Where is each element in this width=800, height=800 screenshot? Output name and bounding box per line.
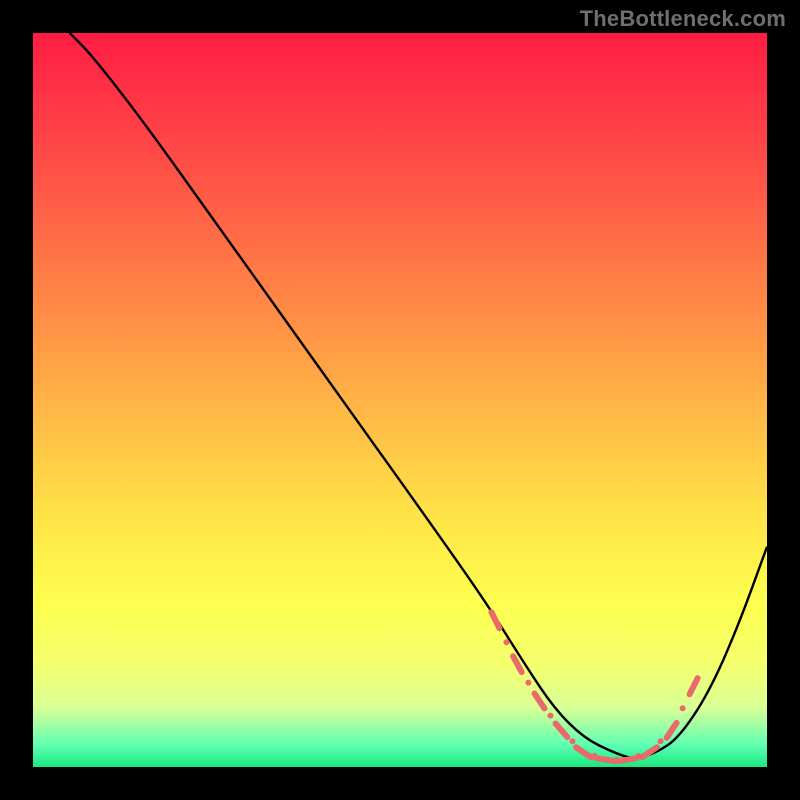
dotted-segment: [667, 723, 677, 738]
dotted-dot: [548, 713, 554, 719]
dotted-dot: [570, 738, 576, 744]
curve-layer: [33, 33, 767, 767]
dotted-dot: [525, 680, 531, 686]
dotted-segment: [690, 678, 698, 694]
chart-canvas: TheBottleneck.com: [0, 0, 800, 800]
curve-dotted-band: [491, 612, 697, 763]
plot-area: [33, 33, 767, 767]
attribution-label: TheBottleneck.com: [580, 6, 786, 32]
bottleneck-curve: [70, 33, 767, 758]
dotted-segment: [576, 747, 591, 757]
dotted-segment: [491, 612, 499, 628]
dotted-dot: [680, 705, 686, 711]
dotted-dot: [658, 738, 664, 744]
dotted-segment: [535, 694, 545, 709]
dotted-dot: [503, 639, 509, 645]
dotted-segment: [619, 758, 637, 761]
dotted-segment: [597, 758, 615, 761]
dotted-segment: [642, 747, 657, 757]
dotted-segment: [556, 724, 568, 738]
